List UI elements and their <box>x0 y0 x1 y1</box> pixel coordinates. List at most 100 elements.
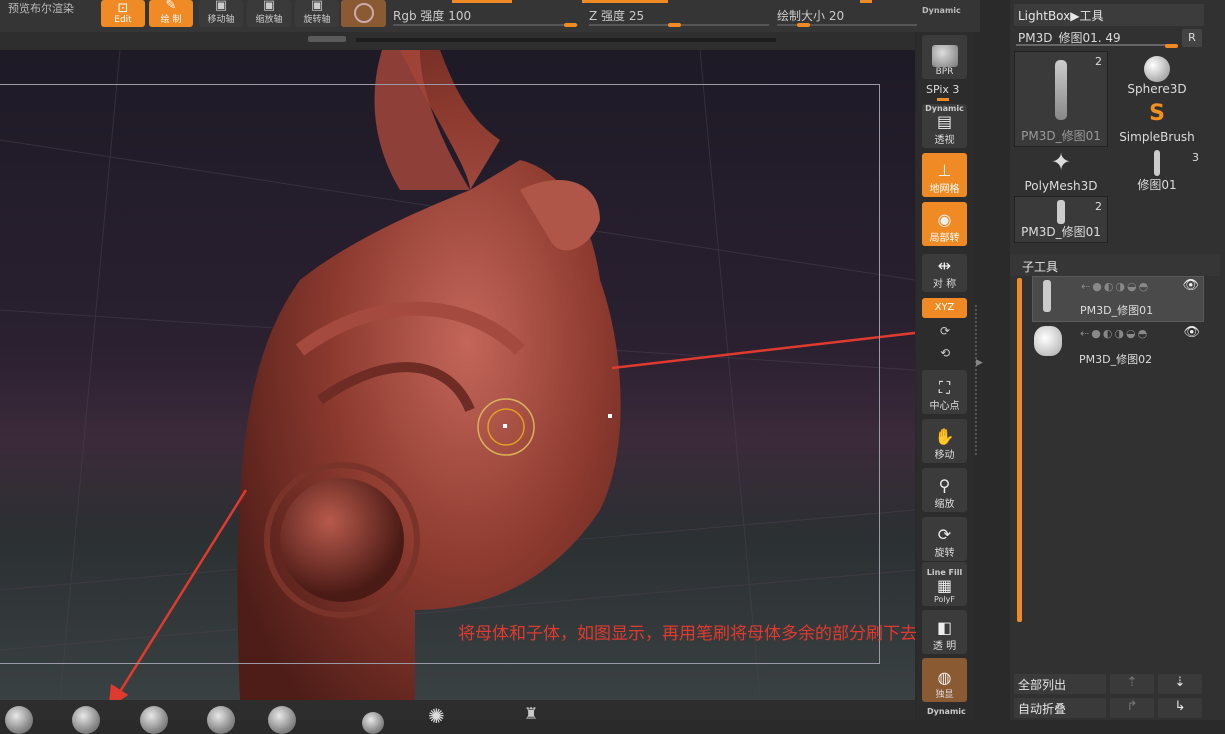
spix-knob[interactable] <box>937 98 949 101</box>
floor-icon: ⊥ <box>937 161 952 180</box>
symmetry-icon: ⇹ <box>937 256 952 275</box>
brush-thumb-4[interactable] <box>207 706 235 734</box>
perspective-button[interactable]: Dynamic ▤ 透视 <box>922 104 967 148</box>
scale-icon: ▣ <box>262 0 276 13</box>
solo-icon: ◍ <box>937 668 952 687</box>
floor-grid-button[interactable]: ⊥ 地网格 <box>922 153 967 197</box>
brush-thumb-1[interactable] <box>5 706 33 734</box>
move-view-button[interactable]: ✋ 移动 <box>922 419 967 463</box>
subtool-toggles[interactable]: ⇠●◐◑◒◓ <box>1080 327 1149 340</box>
edit-button[interactable]: ⊡ Edit <box>101 0 145 27</box>
z-intensity-slider[interactable]: Z 强度 25 <box>589 7 644 24</box>
move-icon: ▣ <box>214 0 228 13</box>
subtool-toggles[interactable]: ⇠●◐◑◒◓ <box>1081 280 1150 293</box>
tool-thumb-pm3d-2[interactable]: 2 PM3D_修图01 <box>1014 196 1108 243</box>
horizontal-scroll-thumb[interactable] <box>308 36 346 42</box>
bpr-icon <box>931 45 958 67</box>
move-down-icon[interactable]: ⇣ <box>1158 674 1202 694</box>
lightbox-tool-button[interactable]: LightBox▶工具 <box>1014 4 1204 26</box>
rgb-intensity-slider[interactable]: Rgb 强度 100 <box>393 7 471 24</box>
brush-palette-strip <box>0 700 915 720</box>
viewport-canvas[interactable] <box>0 50 915 700</box>
edit-icon: ⊡ <box>117 1 129 16</box>
brush-thumb-5[interactable] <box>268 706 296 734</box>
symmetry-button[interactable]: ⇹ 对 称 <box>922 254 967 292</box>
zoom-view-button[interactable]: ⚲ 缩放 <box>922 468 967 512</box>
r-button[interactable]: R <box>1182 29 1202 47</box>
model-thumb-icon <box>1055 60 1067 120</box>
rotate-y-icon[interactable]: ⟳ <box>940 324 950 338</box>
draw-button[interactable]: ✎ 绘 制 <box>149 0 193 27</box>
tool-thumb-sphere3d[interactable]: Sphere3D <box>1110 51 1204 98</box>
list-all-button[interactable]: 全部列出 <box>1014 674 1106 694</box>
arrow-down-right-icon[interactable]: ↳ <box>1158 698 1202 718</box>
focal-indicator <box>860 0 872 3</box>
horizontal-scroll-track[interactable] <box>356 38 776 42</box>
solo-button[interactable]: ◍ 独显 <box>922 658 967 702</box>
xyz-button[interactable]: XYZ <box>922 298 967 318</box>
simplebrush-icon: S <box>1149 101 1165 126</box>
pencil-icon: ✎ <box>165 0 177 13</box>
rgb-slider-knob[interactable] <box>564 23 577 27</box>
transparency-button[interactable]: ◧ 透 明 <box>922 610 967 654</box>
z-slider-knob[interactable] <box>668 23 681 27</box>
collapse-arrow-icon[interactable]: ▶ <box>976 358 983 368</box>
zadd-indicator <box>582 0 668 3</box>
brush-thumb-8[interactable]: ♜ <box>524 704 538 723</box>
model-thumb-icon <box>1057 200 1065 224</box>
material-button[interactable] <box>341 0 386 27</box>
mrgb-indicator <box>452 0 512 3</box>
dynamic-solo-label[interactable]: Dynamic <box>927 707 966 716</box>
draw-size-slider[interactable]: 绘制大小 20 <box>777 7 844 24</box>
tool-thumb-xiutu01[interactable]: 3 修图01 <box>1110 148 1204 195</box>
tool-thumb-pm3d-1[interactable]: 2 PM3D_修图01 <box>1014 51 1108 147</box>
eye-icon[interactable]: 👁 <box>1182 278 1199 293</box>
spix-slider[interactable]: SPix 3 <box>926 83 959 96</box>
rotate-gizmo-button[interactable]: ▣ 旋转轴 <box>295 0 339 27</box>
polyframe-button[interactable]: Line Fill ▦ PolyF <box>922 562 967 606</box>
star-icon: ✦ <box>1050 148 1072 176</box>
move-gizmo-button[interactable]: ▣ 移动轴 <box>199 0 243 27</box>
draw-size-knob[interactable] <box>797 23 810 27</box>
bpr-button[interactable]: BPR <box>922 35 967 79</box>
move-up-icon[interactable]: ⇡ <box>1110 674 1154 694</box>
brush-thumb-3[interactable] <box>140 706 168 734</box>
auto-collapse-button[interactable]: 自动折叠 <box>1014 698 1106 718</box>
scale-gizmo-button[interactable]: ▣ 缩放轴 <box>247 0 291 27</box>
preview-boolean-label[interactable]: 预览布尔渲染 <box>8 0 74 16</box>
grid-icon: ▦ <box>936 576 953 595</box>
brush-thumb-6[interactable] <box>362 712 384 734</box>
model-thumb-icon <box>1154 150 1160 176</box>
subtool-title: 子工具 <box>1022 260 1059 274</box>
frame-icon: ⛶ <box>938 378 951 397</box>
rotate-lock-icon: ⟳ <box>937 525 952 544</box>
local-icon: ◉ <box>937 210 952 229</box>
hand-icon: ✋ <box>934 427 955 446</box>
dynamic-label[interactable]: Dynamic <box>922 6 961 15</box>
subtool-scrollbar[interactable] <box>1017 278 1022 622</box>
brush-thumb-2[interactable] <box>72 706 100 734</box>
document-frame <box>0 84 880 664</box>
rotate-z-icon[interactable]: ⟲ <box>940 346 950 360</box>
gutter-slider[interactable] <box>975 305 983 455</box>
subtool-thumb-icon <box>1034 326 1062 356</box>
transparency-icon: ◧ <box>936 618 953 637</box>
subtool-thumb-icon <box>1043 280 1051 312</box>
brush-thumb-7[interactable]: ✺ <box>428 704 445 728</box>
tool-thumb-simplebrush[interactable]: S SimpleBrush <box>1110 99 1204 146</box>
arrow-up-right-icon[interactable]: ↱ <box>1110 698 1154 718</box>
subtool-item-2[interactable]: ⇠●◐◑◒◓ 👁 PM3D_修图02 <box>1032 324 1204 370</box>
annotation-text: 将母体和子体，如图显示，再用笔刷将母体多余的部分刷下去。 <box>458 624 934 644</box>
eye-icon[interactable]: 👁 <box>1183 325 1200 340</box>
local-transform-button[interactable]: ◉ 局部转 <box>922 202 967 246</box>
tool-slider-track[interactable] <box>1016 44 1176 46</box>
rotate-icon: ▣ <box>310 0 324 13</box>
rgb-slider-track[interactable] <box>393 24 578 26</box>
sphere-icon <box>1144 56 1170 82</box>
subtool-item-1[interactable]: ⇠●◐◑◒◓ 👁 PM3D_修图01 <box>1032 276 1204 322</box>
tool-slider-knob[interactable] <box>1165 44 1178 48</box>
rotate-view-button[interactable]: ⟳ 旋转 <box>922 517 967 561</box>
tool-thumb-polymesh3d[interactable]: ✦ PolyMesh3D <box>1014 148 1108 195</box>
magnifier-icon: ⚲ <box>938 476 951 495</box>
frame-center-button[interactable]: ⛶ 中心点 <box>922 370 967 414</box>
